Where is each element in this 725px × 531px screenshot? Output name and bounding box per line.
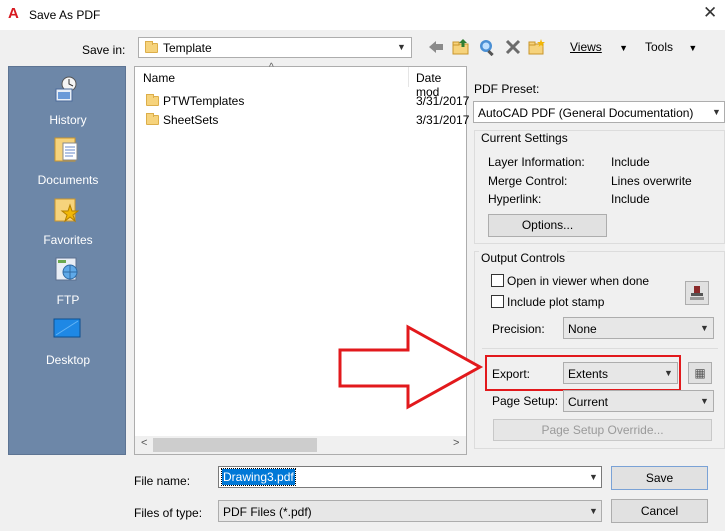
places-bar: History Documents Favorites FTP Desktop [8, 66, 126, 455]
open-in-viewer-label: Open in viewer when done [507, 274, 650, 288]
include-plot-stamp-checkbox[interactable] [491, 295, 504, 308]
favorites-icon [53, 195, 81, 223]
export-select[interactable]: Extents ▼ [563, 362, 678, 384]
documents-icon [53, 135, 81, 163]
chevron-down-icon: ▼ [700, 396, 709, 406]
folder-icon [146, 113, 159, 125]
precision-label: Precision: [492, 322, 545, 336]
history-icon [53, 75, 81, 103]
chevron-down-icon: ▼ [589, 506, 598, 516]
hyperlink-label: Hyperlink: [488, 192, 542, 206]
place-documents[interactable]: Documents [9, 135, 127, 195]
merge-control-label: Merge Control: [488, 174, 568, 188]
close-icon[interactable]: ✕ [703, 4, 717, 22]
files-of-type-select[interactable]: PDF Files (*.pdf) ▼ [218, 500, 602, 522]
horizontal-scrollbar[interactable]: < > [135, 436, 466, 454]
save-in-combo[interactable]: Template ▼ [138, 37, 412, 58]
autocad-a-icon: A [8, 5, 19, 22]
options-button[interactable]: Options... [488, 214, 607, 237]
chevron-down-icon: ▼ [589, 472, 598, 482]
save-in-value: Template [163, 41, 212, 55]
merge-control-value: Lines overwrite [611, 174, 692, 188]
up-folder-icon[interactable] [452, 38, 470, 56]
select-window-icon[interactable]: ▦ [688, 362, 712, 384]
column-divider[interactable] [408, 67, 409, 87]
save-button-label: Save [645, 471, 674, 485]
layer-information-label: Layer Information: [488, 155, 585, 169]
place-history[interactable]: History [9, 75, 127, 135]
place-desktop[interactable]: Desktop [9, 315, 127, 375]
title-bar: A Save As PDF ✕ [0, 0, 725, 30]
hyperlink-value: Include [611, 192, 650, 206]
page-setup-select[interactable]: Current ▼ [563, 390, 714, 412]
layer-information-value: Include [611, 155, 650, 169]
precision-value: None [568, 322, 597, 336]
page-setup-override-label: Page Setup Override... [541, 423, 664, 437]
folder-icon [145, 41, 158, 53]
chevron-down-icon: ▼ [664, 368, 673, 378]
chevron-down-icon: ▼ [688, 43, 698, 53]
cancel-button-label: Cancel [640, 504, 679, 518]
place-label: Documents [37, 173, 99, 187]
list-item-date: 3/31/2017 [416, 94, 470, 108]
place-label: FTP [56, 293, 80, 307]
open-in-viewer-checkbox[interactable] [491, 274, 504, 287]
window-title: Save As PDF [29, 8, 101, 22]
options-button-label: Options... [521, 218, 574, 232]
precision-select[interactable]: None ▼ [563, 317, 714, 339]
tools-label: Tools [645, 40, 674, 54]
pdf-preset-value: AutoCAD PDF (General Documentation) [478, 106, 694, 120]
list-item-name: PTWTemplates [163, 94, 245, 108]
sort-caret-icon: ^ [269, 62, 274, 73]
file-name-value: Drawing3.pdf [221, 468, 296, 486]
divider [482, 348, 718, 349]
place-label: Favorites [43, 233, 93, 247]
new-folder-icon[interactable] [528, 38, 546, 56]
chevron-down-icon: ▼ [397, 42, 406, 52]
current-settings-title: Current Settings [479, 131, 570, 145]
scroll-thumb[interactable] [153, 438, 317, 452]
export-label: Export: [492, 367, 531, 381]
list-item-date: 3/31/2017 [416, 113, 470, 127]
ftp-icon [53, 255, 81, 283]
delete-icon[interactable] [504, 38, 522, 56]
scroll-left-icon[interactable]: < [141, 437, 147, 449]
back-arrow-icon[interactable] [427, 38, 445, 56]
page-setup-value: Current [568, 395, 609, 409]
views-label: Views [570, 40, 602, 54]
plot-stamp-settings-icon[interactable] [685, 281, 709, 305]
include-plot-stamp-label: Include plot stamp [507, 295, 605, 309]
tools-menu[interactable]: Tools ▼ [645, 40, 697, 54]
list-item[interactable]: SheetSets 3/31/2017 [135, 110, 470, 129]
pdf-preset-select[interactable]: AutoCAD PDF (General Documentation) ▼ [473, 101, 725, 123]
pdf-preset-label: PDF Preset: [474, 82, 540, 96]
page-setup-override-button[interactable]: Page Setup Override... [493, 419, 712, 441]
place-label: Desktop [45, 353, 91, 367]
output-controls-title: Output Controls [479, 251, 568, 265]
chevron-down-icon: ▼ [712, 107, 721, 117]
scroll-right-icon[interactable]: > [453, 437, 459, 449]
place-favorites[interactable]: Favorites [9, 195, 127, 255]
chevron-down-icon: ▼ [700, 323, 709, 333]
cancel-button[interactable]: Cancel [611, 499, 708, 523]
place-label: History [49, 113, 87, 127]
folder-icon [146, 94, 159, 106]
place-ftp[interactable]: FTP [9, 255, 127, 315]
files-of-type-value: PDF Files (*.pdf) [223, 505, 312, 519]
list-item-name: SheetSets [163, 113, 219, 127]
red-arrow-annotation [338, 324, 484, 410]
save-in-label: Save in: [82, 43, 126, 57]
file-name-label: File name: [134, 474, 191, 488]
search-web-icon[interactable] [477, 38, 495, 57]
views-menu[interactable]: Views ▼ [570, 40, 628, 54]
file-name-input[interactable]: Drawing3.pdf ▼ [218, 466, 602, 488]
export-value: Extents [568, 367, 609, 381]
list-item[interactable]: PTWTemplates 3/31/2017 [135, 91, 470, 110]
desktop-icon [53, 315, 81, 343]
column-header-name[interactable]: Name [143, 71, 175, 85]
files-of-type-label: Files of type: [134, 506, 203, 520]
save-button[interactable]: Save [611, 466, 708, 490]
page-setup-label: Page Setup: [492, 394, 559, 408]
chevron-down-icon: ▼ [619, 43, 629, 53]
